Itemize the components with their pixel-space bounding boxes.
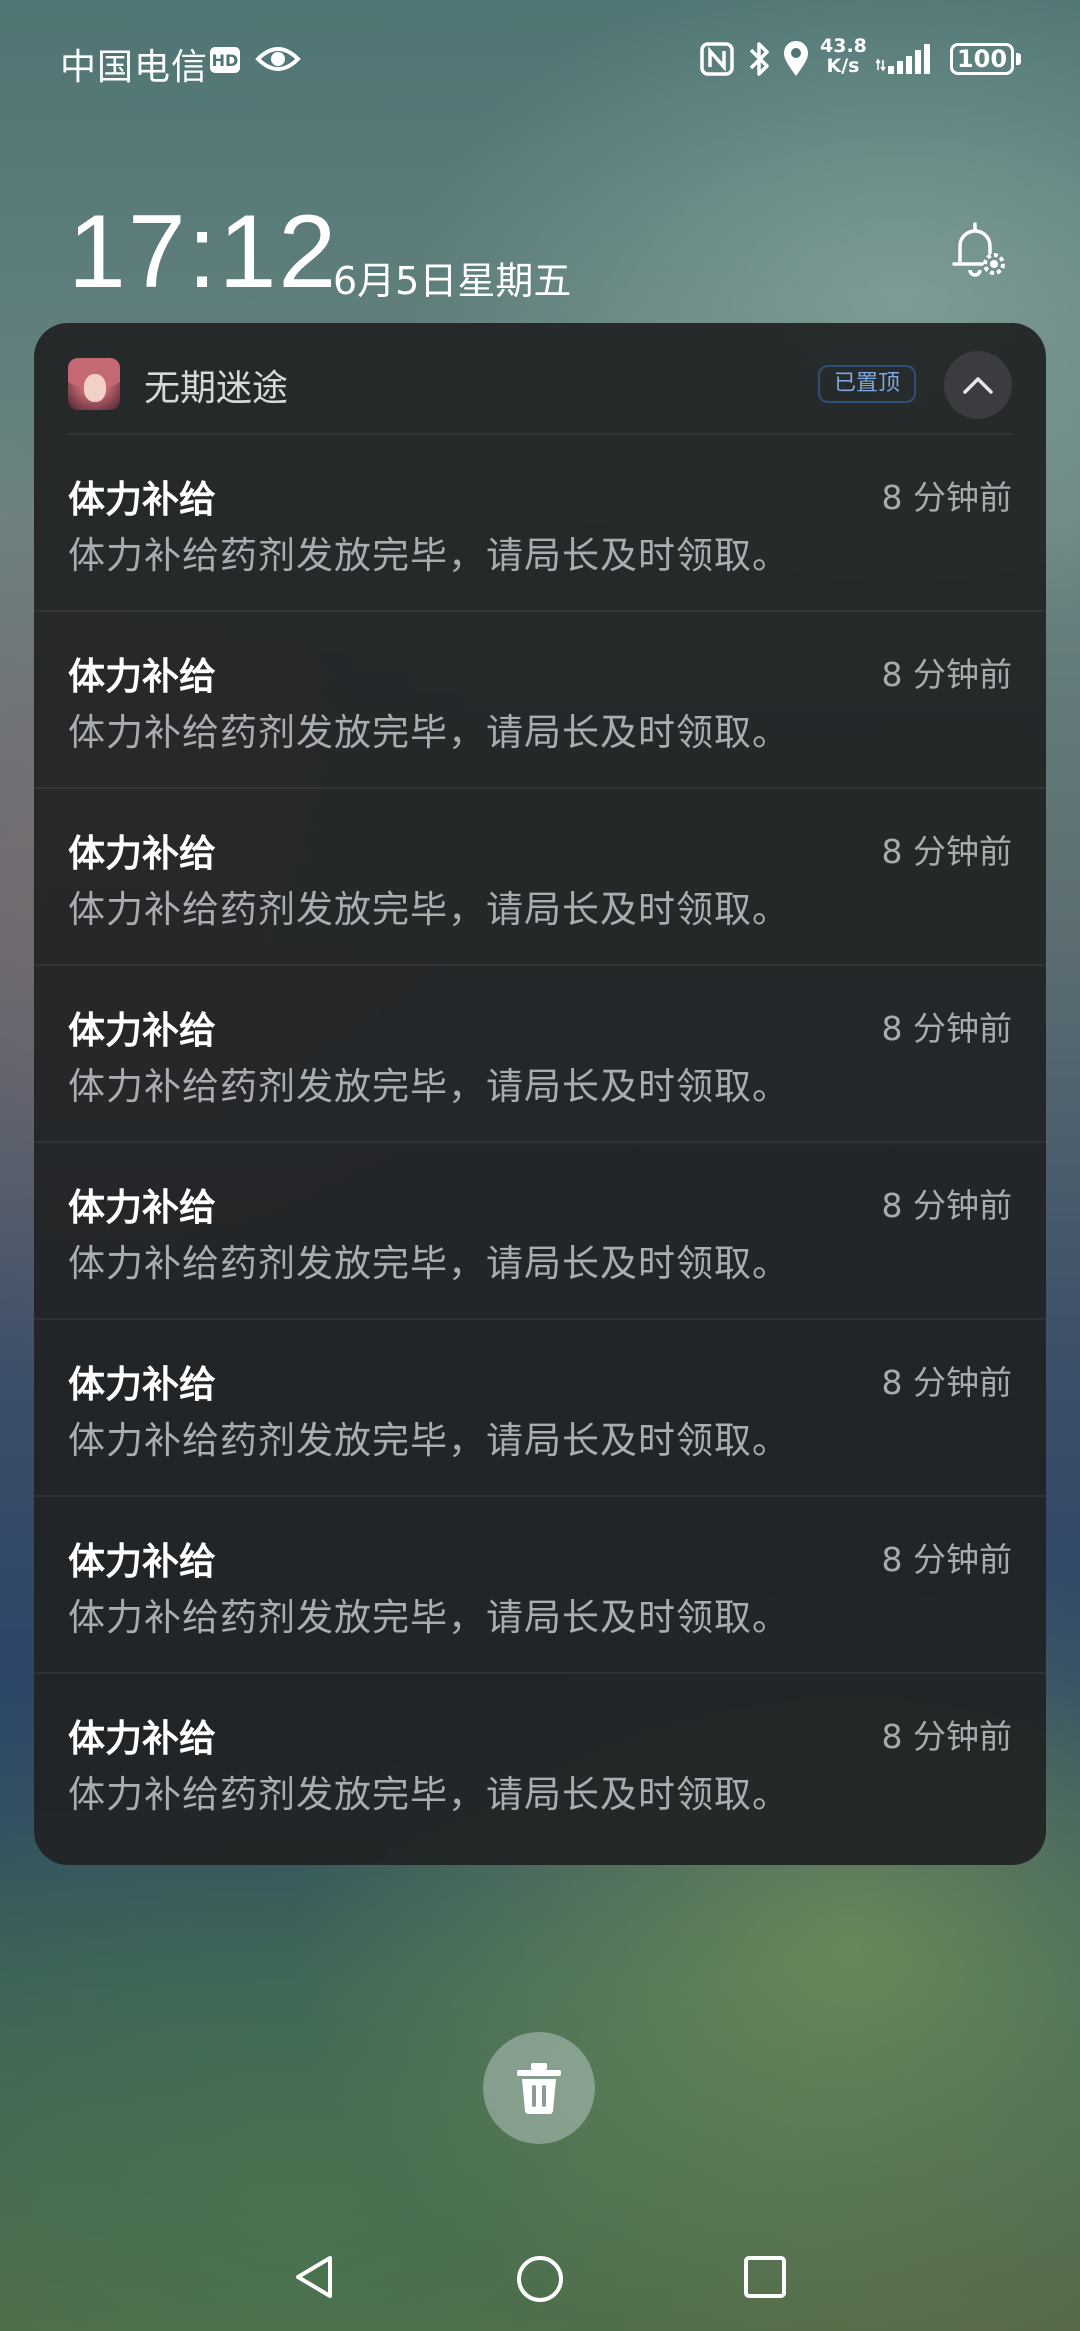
notification-item[interactable]: 体力补给 8 分钟前 体力补给药剂发放完毕，请局长及时领取。: [34, 612, 1046, 789]
notification-time: 8 分钟前: [881, 1540, 1013, 1579]
notification-body: 体力补给药剂发放完毕，请局长及时领取。: [68, 1419, 790, 1462]
network-speed-value: 43.8: [820, 35, 867, 57]
bell-settings-icon[interactable]: [946, 218, 1010, 286]
notification-body: 体力补给药剂发放完毕，请局长及时领取。: [68, 711, 790, 754]
nav-home-icon: [517, 2256, 563, 2302]
notification-title: 体力补给: [68, 478, 216, 521]
notification-item[interactable]: 体力补给 8 分钟前 体力补给药剂发放完毕，请局长及时领取。: [34, 435, 1046, 612]
notification-time: 8 分钟前: [881, 655, 1013, 694]
notification-time: 8 分钟前: [881, 1717, 1013, 1756]
battery-icon: 100: [950, 43, 1014, 75]
lockscreen-date: 6月5日星期五: [333, 259, 572, 303]
notification-item[interactable]: 体力补给 8 分钟前 体力补给药剂发放完毕，请局长及时领取。: [34, 1497, 1046, 1674]
notification-title: 体力补给: [68, 1363, 216, 1406]
nav-recent-icon: [744, 2256, 786, 2298]
notification-body: 体力补给药剂发放完毕，请局长及时领取。: [68, 1242, 790, 1285]
notification-body: 体力补给药剂发放完毕，请局长及时领取。: [68, 1065, 790, 1108]
nav-back-button[interactable]: [290, 2252, 340, 2306]
app-name: 无期迷途: [144, 368, 289, 409]
notification-time: 8 分钟前: [881, 1186, 1013, 1225]
status-bar: 中国电信 HD 43.8 K/s 100: [0, 0, 1080, 120]
notification-title: 体力补给: [68, 832, 216, 875]
pinned-badge: 已置顶: [818, 365, 917, 403]
notification-body: 体力补给药剂发放完毕，请局长及时领取。: [68, 534, 790, 577]
notification-title: 体力补给: [68, 1540, 216, 1583]
nav-back-icon: [296, 2256, 332, 2298]
notification-item[interactable]: 体力补给 8 分钟前 体力补给药剂发放完毕，请局长及时领取。: [34, 1143, 1046, 1320]
battery-tip: [1016, 53, 1021, 65]
notification-body: 体力补给药剂发放完毕，请局长及时领取。: [68, 1773, 790, 1816]
notification-time: 8 分钟前: [881, 1363, 1013, 1402]
network-speed-unit: K/s: [826, 55, 860, 77]
notification-card-header[interactable]: 无期迷途 已置顶: [34, 323, 1046, 433]
bluetooth-icon: [748, 40, 772, 82]
chevron-up-icon: [963, 377, 993, 394]
notification-body: 体力补给药剂发放完毕，请局长及时领取。: [68, 1596, 790, 1639]
lockscreen-time: 17:12: [68, 194, 339, 310]
nfc-icon: [700, 42, 734, 80]
notification-title: 体力补给: [68, 655, 216, 698]
notification-card[interactable]: 无期迷途 已置顶 体力补给 8 分钟前 体力补给药剂发放完毕，请局长及时领取。 …: [34, 323, 1046, 1865]
nav-home-button[interactable]: [513, 2252, 567, 2310]
location-icon: [782, 40, 810, 82]
collapse-button[interactable]: [944, 351, 1012, 419]
notification-item[interactable]: 体力补给 8 分钟前 体力补给药剂发放完毕，请局长及时领取。: [34, 1320, 1046, 1497]
eye-icon: [255, 42, 301, 80]
notification-item[interactable]: 体力补给 8 分钟前 体力补给药剂发放完毕，请局长及时领取。: [34, 789, 1046, 966]
clear-all-button[interactable]: [483, 2032, 595, 2144]
signal-icon: [875, 42, 938, 80]
trash-icon: [517, 2063, 561, 2115]
nav-recent-button[interactable]: [740, 2252, 790, 2306]
notification-body: 体力补给药剂发放完毕，请局长及时领取。: [68, 888, 790, 931]
notification-title: 体力补给: [68, 1186, 216, 1229]
network-speed: 43.8 K/s: [820, 35, 867, 77]
notification-time: 8 分钟前: [881, 832, 1013, 871]
carrier-name: 中国电信: [60, 47, 209, 88]
notification-item[interactable]: 体力补给 8 分钟前 体力补给药剂发放完毕，请局长及时领取。: [34, 1674, 1046, 1851]
hd-badge: HD: [210, 47, 240, 73]
notification-title: 体力补给: [68, 1717, 216, 1760]
notification-time: 8 分钟前: [881, 1009, 1013, 1048]
notification-item[interactable]: 体力补给 8 分钟前 体力补给药剂发放完毕，请局长及时领取。: [34, 966, 1046, 1143]
notification-time: 8 分钟前: [881, 478, 1013, 517]
app-avatar: [68, 358, 120, 410]
notification-title: 体力补给: [68, 1009, 216, 1052]
notification-list: 体力补给 8 分钟前 体力补给药剂发放完毕，请局长及时领取。 体力补给 8 分钟…: [34, 435, 1046, 1851]
